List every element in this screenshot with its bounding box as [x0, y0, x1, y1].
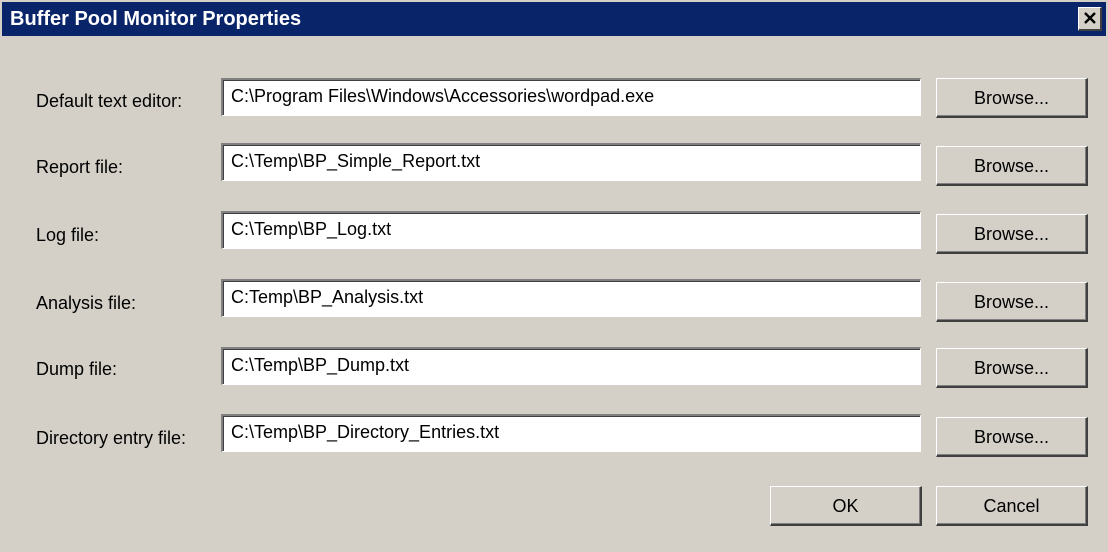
- browse-directory-entry-file-button[interactable]: Browse...: [936, 417, 1088, 457]
- dump-file-input[interactable]: C:\Temp\BP_Dump.txt: [221, 347, 921, 385]
- default-text-editor-input[interactable]: C:\Program Files\Windows\Accessories\wor…: [221, 78, 921, 116]
- directory-entry-file-input[interactable]: C:\Temp\BP_Directory_Entries.txt: [221, 414, 921, 452]
- browse-analysis-file-button[interactable]: Browse...: [936, 282, 1088, 322]
- browse-report-file-button[interactable]: Browse...: [936, 146, 1088, 186]
- ok-button[interactable]: OK: [770, 486, 922, 526]
- properties-dialog: Buffer Pool Monitor Properties Default t…: [0, 0, 1108, 552]
- analysis-file-input[interactable]: C:Temp\BP_Analysis.txt: [221, 279, 921, 317]
- close-button[interactable]: [1078, 7, 1102, 31]
- log-file-label: Log file:: [36, 225, 100, 245]
- analysis-file-label: Analysis file:: [36, 293, 137, 313]
- default-text-editor-label: Default text editor:: [36, 91, 183, 111]
- report-file-label: Report file:: [36, 157, 124, 177]
- window-title: Buffer Pool Monitor Properties: [10, 8, 302, 30]
- browse-log-file-button[interactable]: Browse...: [936, 214, 1088, 254]
- cancel-button[interactable]: Cancel: [936, 486, 1088, 526]
- title-bar[interactable]: Buffer Pool Monitor Properties: [2, 2, 1106, 36]
- browse-dump-file-button[interactable]: Browse...: [936, 348, 1088, 388]
- dump-file-label: Dump file:: [36, 359, 118, 379]
- browse-default-text-editor-button[interactable]: Browse...: [936, 78, 1088, 118]
- log-file-input[interactable]: C:\Temp\BP_Log.txt: [221, 211, 921, 249]
- close-icon: [1084, 12, 1096, 24]
- report-file-input[interactable]: C:\Temp\BP_Simple_Report.txt: [221, 143, 921, 181]
- directory-entry-file-label: Directory entry file:: [36, 428, 187, 448]
